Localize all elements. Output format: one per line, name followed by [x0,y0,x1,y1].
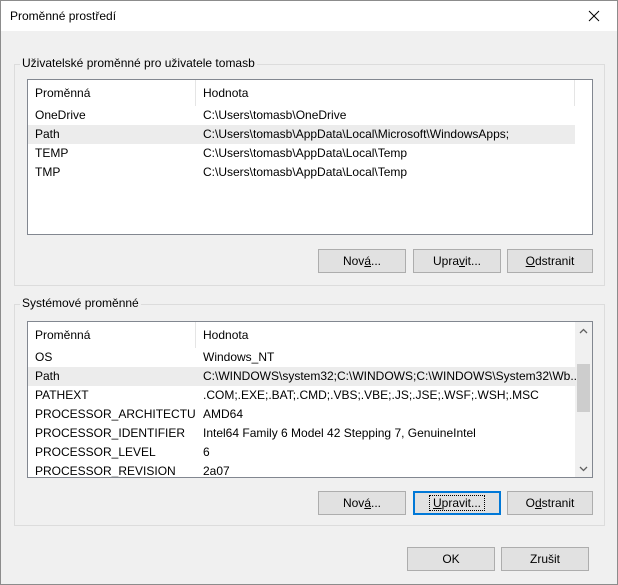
cancel-button[interactable]: Zrušit [501,547,589,571]
variable-value-cell: C:\Users\tomasb\AppData\Local\Microsoft\… [203,127,510,141]
variable-name-cell: Path [35,127,60,141]
variable-value-cell: C:\Users\tomasb\AppData\Local\Temp [203,165,408,179]
system-new-button[interactable]: Nová... [318,491,406,515]
user-new-button[interactable]: Nová... [318,249,406,273]
column-header-value[interactable]: Hodnota [196,322,577,348]
table-row[interactable]: Path C:\Users\tomasb\AppData\Local\Micros… [28,125,575,144]
chevron-down-icon [579,466,588,471]
variable-value-cell: AMD64 [203,407,244,421]
system-variables-list[interactable]: Proměnná Hodnota OS Windows_NT Path C:\WIND… [27,321,593,478]
table-row[interactable]: TEMP C:\Users\tomasb\AppData\Local\Temp [28,144,575,163]
table-row[interactable]: PATHEXT .COM;.EXE;.BAT;.CMD;.VBS;.VBE;.JS… [28,386,577,405]
table-row[interactable]: OneDrive C:\Users\tomasb\OneDrive [28,106,575,125]
variable-name-cell: OS [35,350,53,364]
system-edit-button[interactable]: Upravit... [413,491,501,515]
close-icon [588,10,600,22]
variable-name-cell: PROCESSOR_REVISION [35,464,176,478]
variable-value-cell: 6 [203,445,210,459]
table-row[interactable]: PROCESSOR_IDENTIFIER Intel64 Family 6 Mod… [28,424,577,443]
variable-value-cell: Intel64 Family 6 Model 42 Stepping 7, Ge… [203,426,476,440]
variable-name-cell: PROCESSOR_ARCHITECTURE [35,407,196,421]
column-header-value[interactable]: Hodnota [196,80,575,106]
close-button[interactable] [571,1,617,31]
table-row[interactable]: PROCESSOR_REVISION 2a07 [28,462,577,478]
variable-name-cell: Path [35,369,60,383]
table-row[interactable]: PROCESSOR_LEVEL 6 [28,443,577,462]
variable-name-cell: OneDrive [35,108,86,122]
scroll-up-button[interactable] [575,322,592,339]
variable-name-cell: PATHEXT [35,388,89,402]
system-delete-button[interactable]: Odstranit [507,491,593,515]
table-row[interactable]: TMP C:\Users\tomasb\AppData\Local\Temp [28,163,575,182]
variable-name-cell: TEMP [35,146,69,160]
variable-value-cell: C:\Users\tomasb\AppData\Local\Temp [203,146,408,160]
variable-value-cell: Windows_NT [203,350,275,364]
list-header: Proměnná Hodnota [28,322,592,348]
column-header-variable[interactable]: Proměnná [28,80,196,106]
environment-variables-dialog: Proměnné prostředí Uživatelské proměnné … [0,0,618,585]
chevron-up-icon [579,328,588,333]
user-delete-button[interactable]: Odstranit [507,249,593,273]
vertical-scrollbar[interactable] [575,322,592,477]
variable-value-cell: 2a07 [203,464,230,478]
scroll-down-button[interactable] [575,460,592,477]
variable-value-cell: C:\Users\tomasb\OneDrive [203,108,347,122]
user-edit-button[interactable]: Upravit... [413,249,501,273]
scroll-thumb[interactable] [577,364,590,412]
window-title: Proměnné prostředí [10,9,117,23]
variable-name-cell: PROCESSOR_LEVEL [35,445,156,459]
user-variables-list[interactable]: Proměnná Hodnota OneDrive C:\Users\tomasb… [27,79,593,235]
column-header-variable[interactable]: Proměnná [28,322,196,348]
table-row[interactable]: PROCESSOR_ARCHITECTURE AMD64 [28,405,577,424]
variable-name-cell: TMP [35,165,61,179]
variable-value-cell: .COM;.EXE;.BAT;.CMD;.VBS;.VBE;.JS;.JSE;.… [203,388,539,402]
title-bar: Proměnné prostředí [1,1,617,31]
variable-value-cell: C:\WINDOWS\system32;C:\WINDOWS;C:\WINDOW… [203,369,577,383]
user-variables-label: Uživatelské proměnné pro uživatele tomas… [20,56,257,70]
table-row[interactable]: OS Windows_NT [28,348,577,367]
system-variables-label: Systémové proměnné [20,296,141,310]
table-row[interactable]: Path C:\WINDOWS\system32;C:\WINDOWS;C:\WI… [28,367,577,386]
ok-button[interactable]: OK [407,547,495,571]
variable-name-cell: PROCESSOR_IDENTIFIER [35,426,186,440]
list-header: Proměnná Hodnota [28,80,592,106]
